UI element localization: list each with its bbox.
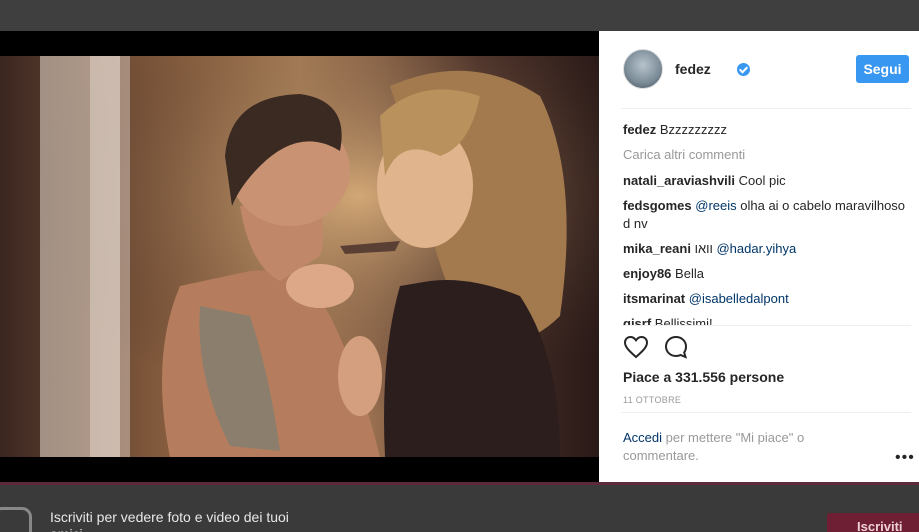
list-item: itsmarinat @isabelledalpont [623,290,907,308]
comment-user[interactable]: mika_reani [623,241,691,256]
comment-user[interactable]: natali_araviashvili [623,173,735,188]
top-bar [0,0,919,31]
load-more-comments-link[interactable]: Carica altri commenti [623,146,907,164]
comments-list[interactable]: fedez Bzzzzzzzzz Carica altri commenti n… [623,121,907,325]
heart-icon[interactable] [623,334,649,360]
comment-user[interactable]: gisrf [623,316,651,325]
comment-text: Bellissimi! [654,316,713,325]
caption-text: Bzzzzzzzzz [659,122,728,137]
post-username[interactable]: fedez [675,61,711,77]
instagram-logo-icon [0,507,32,532]
list-item: gisrf Bellissimi! [623,315,907,325]
comment-bubble-icon[interactable] [663,334,689,360]
comment-user[interactable]: enjoy86 [623,266,671,281]
post-photo[interactable] [0,56,599,457]
avatar[interactable] [623,49,663,89]
signup-banner-text: Iscriviti per vedere foto e video dei tu… [50,509,289,532]
comment-text: Bella [675,266,704,281]
list-item: enjoy86 Bella [623,265,907,283]
divider [621,325,911,326]
list-item: mika_reani וואו @hadar.yihya [623,240,907,258]
follow-button[interactable]: Segui [856,55,909,83]
verified-badge-icon [737,63,750,76]
post-details-panel: fedez Segui fedez Bzzzzzzzzz Carica altr… [599,31,919,482]
comment-user[interactable]: fedsgomes [623,198,692,213]
comment-text: Cool pic [738,173,786,188]
comment-text: וואו [694,241,713,256]
post-date: 11 OTTOBRE [623,395,682,405]
list-item: natali_araviashvili Cool pic [623,172,907,190]
login-prompt: Accedi per mettere "Mi piace" o commenta… [623,429,853,465]
divider [621,412,911,413]
caption-user[interactable]: fedez [623,122,656,137]
caption: fedez Bzzzzzzzzz [623,121,907,139]
comment-user[interactable]: itsmarinat [623,291,685,306]
comment-mention[interactable]: @isabelledalpont [689,291,789,306]
list-item: fedsgomes @reeis olha ai o cabelo maravi… [623,197,907,233]
more-options-icon[interactable]: ••• [895,449,915,467]
login-link[interactable]: Accedi [623,430,662,445]
likes-count[interactable]: Piace a 331.556 persone [623,369,784,385]
post-photo-frame [0,31,599,482]
comment-mention[interactable]: @reeis [695,198,736,213]
post-header: fedez Segui [621,31,911,109]
comment-mention[interactable]: @hadar.yihya [716,241,796,256]
signup-button[interactable]: Iscriviti [827,513,919,532]
signup-banner: Iscriviti per vedere foto e video dei tu… [0,482,919,532]
